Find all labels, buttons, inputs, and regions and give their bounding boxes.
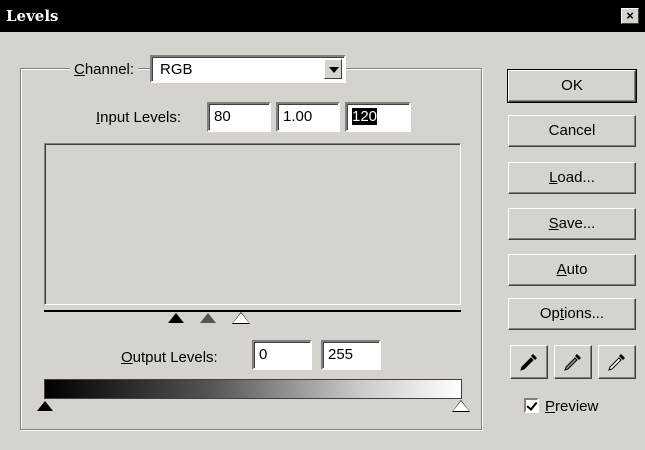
- preview-label[interactable]: Preview: [545, 398, 598, 415]
- levels-dialog-body: Channel: RGB Input Levels: 80 1.00 120 O…: [0, 0, 645, 450]
- preview-checkbox[interactable]: [524, 398, 539, 413]
- input-white-slider-icon[interactable]: [232, 312, 250, 324]
- cancel-button[interactable]: Cancel: [508, 115, 636, 147]
- white-eyedropper-icon: [608, 354, 625, 371]
- histogram-baseline: [44, 310, 461, 312]
- output-gradient-bar: [44, 379, 462, 399]
- load-button[interactable]: Load...: [508, 162, 636, 194]
- output-levels-label: Output Levels:: [121, 349, 218, 366]
- input-white-value: 120: [352, 108, 378, 125]
- input-gamma-slider-icon[interactable]: [200, 313, 216, 323]
- gray-eyedropper-button[interactable]: [554, 345, 592, 379]
- channel-select-value: RGB: [160, 61, 193, 78]
- input-white-field[interactable]: 120: [345, 102, 411, 132]
- ok-button[interactable]: OK: [507, 69, 637, 103]
- save-button[interactable]: Save...: [508, 208, 636, 240]
- black-eyedropper-button[interactable]: [510, 345, 548, 379]
- input-levels-label: Input Levels:: [96, 109, 182, 126]
- auto-button[interactable]: Auto: [508, 254, 636, 286]
- white-eyedropper-button[interactable]: [598, 345, 636, 379]
- chevron-down-icon[interactable]: [324, 59, 342, 79]
- gray-eyedropper-icon: [564, 354, 581, 371]
- input-black-slider-icon[interactable]: [168, 313, 184, 323]
- output-black-field[interactable]: 0: [252, 340, 312, 370]
- output-white-slider-icon[interactable]: [452, 400, 470, 412]
- output-black-slider-icon[interactable]: [37, 401, 53, 411]
- input-gamma-field[interactable]: 1.00: [276, 102, 340, 132]
- output-white-field[interactable]: 255: [321, 340, 381, 370]
- black-eyedropper-icon: [520, 354, 537, 371]
- histogram-area: [44, 143, 461, 305]
- input-black-field[interactable]: 80: [207, 102, 271, 132]
- channel-label: Channel:: [70, 61, 139, 78]
- channel-select[interactable]: RGB: [150, 55, 346, 83]
- options-button[interactable]: Options...: [508, 298, 636, 330]
